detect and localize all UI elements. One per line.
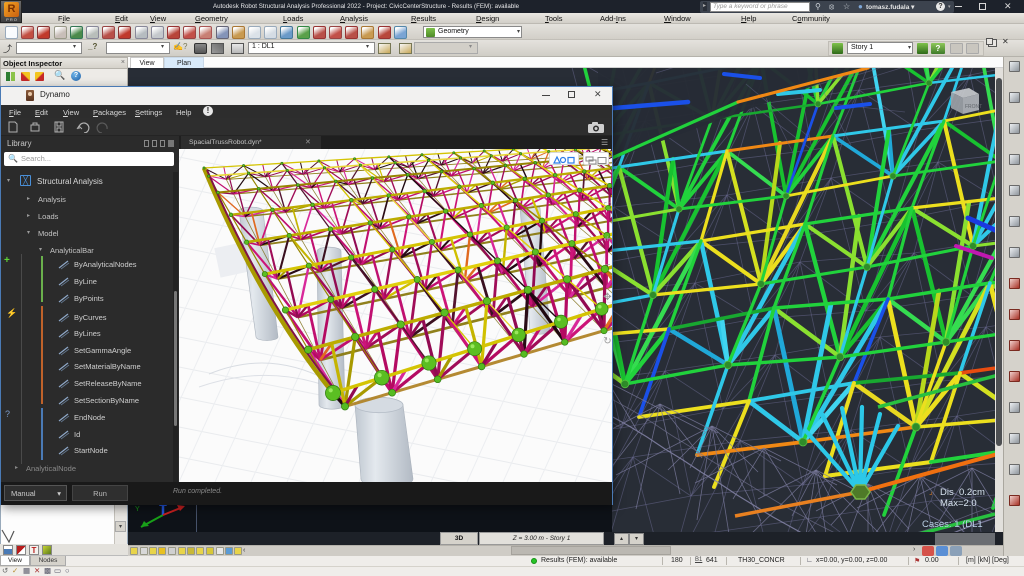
svg-text:FRONT: FRONT (965, 104, 982, 110)
svg-text:Y: Y (135, 506, 140, 513)
